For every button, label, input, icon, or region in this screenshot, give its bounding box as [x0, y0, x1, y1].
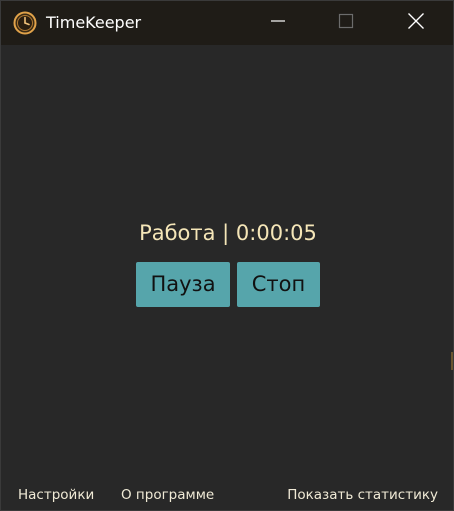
window-title: TimeKeeper: [46, 13, 142, 32]
settings-link[interactable]: Настройки: [18, 486, 94, 504]
timer-status: Работа | 0:00:05: [139, 221, 317, 245]
maximize-button[interactable]: [323, 1, 369, 45]
about-link[interactable]: О программе: [121, 486, 214, 504]
close-button[interactable]: [393, 1, 439, 45]
app-window: TimeKeeper Работа | 0:00:05 Пауза Стоп Н…: [0, 0, 454, 511]
minimize-icon: [270, 13, 286, 33]
clock-icon: [13, 11, 37, 35]
maximize-icon: [338, 13, 354, 33]
title-bar[interactable]: TimeKeeper: [1, 1, 453, 45]
show-statistics-link[interactable]: Показать статистику: [287, 486, 438, 504]
pause-button[interactable]: Пауза: [136, 262, 230, 307]
stop-button[interactable]: Стоп: [237, 262, 320, 307]
minimize-button[interactable]: [255, 1, 301, 45]
close-icon: [407, 12, 425, 34]
